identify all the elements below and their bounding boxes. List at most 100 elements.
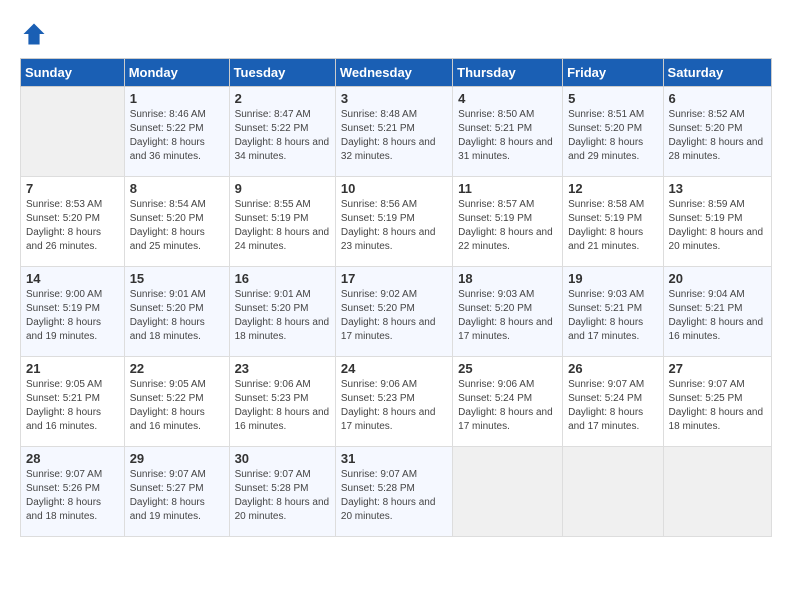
day-info: Sunrise: 9:05 AM Sunset: 5:21 PM Dayligh… (26, 378, 119, 434)
day-number: 28 (26, 451, 119, 466)
day-info: Sunrise: 8:57 AM Sunset: 5:19 PM Dayligh… (458, 198, 557, 254)
day-number: 11 (458, 181, 557, 196)
calendar-cell (663, 447, 771, 537)
calendar-table: SundayMondayTuesdayWednesdayThursdayFrid… (20, 58, 772, 537)
day-info: Sunrise: 9:07 AM Sunset: 5:24 PM Dayligh… (568, 378, 657, 434)
day-info: Sunrise: 9:04 AM Sunset: 5:21 PM Dayligh… (669, 288, 766, 344)
day-number: 25 (458, 361, 557, 376)
day-number: 31 (341, 451, 447, 466)
day-number: 20 (669, 271, 766, 286)
weekday-header: Thursday (453, 59, 563, 87)
calendar-cell: 20 Sunrise: 9:04 AM Sunset: 5:21 PM Dayl… (663, 267, 771, 357)
day-number: 26 (568, 361, 657, 376)
day-number: 1 (130, 91, 224, 106)
day-number: 29 (130, 451, 224, 466)
day-info: Sunrise: 9:07 AM Sunset: 5:25 PM Dayligh… (669, 378, 766, 434)
calendar-cell: 25 Sunrise: 9:06 AM Sunset: 5:24 PM Dayl… (453, 357, 563, 447)
calendar-cell: 9 Sunrise: 8:55 AM Sunset: 5:19 PM Dayli… (229, 177, 335, 267)
calendar-cell: 29 Sunrise: 9:07 AM Sunset: 5:27 PM Dayl… (124, 447, 229, 537)
calendar-row: 1 Sunrise: 8:46 AM Sunset: 5:22 PM Dayli… (21, 87, 772, 177)
calendar-cell: 16 Sunrise: 9:01 AM Sunset: 5:20 PM Dayl… (229, 267, 335, 357)
calendar-cell: 1 Sunrise: 8:46 AM Sunset: 5:22 PM Dayli… (124, 87, 229, 177)
day-info: Sunrise: 9:02 AM Sunset: 5:20 PM Dayligh… (341, 288, 447, 344)
day-number: 3 (341, 91, 447, 106)
day-info: Sunrise: 8:47 AM Sunset: 5:22 PM Dayligh… (235, 108, 330, 164)
calendar-cell: 18 Sunrise: 9:03 AM Sunset: 5:20 PM Dayl… (453, 267, 563, 357)
day-info: Sunrise: 9:06 AM Sunset: 5:24 PM Dayligh… (458, 378, 557, 434)
calendar-cell: 13 Sunrise: 8:59 AM Sunset: 5:19 PM Dayl… (663, 177, 771, 267)
calendar-cell (453, 447, 563, 537)
weekday-header: Saturday (663, 59, 771, 87)
calendar-cell (563, 447, 663, 537)
day-info: Sunrise: 9:07 AM Sunset: 5:27 PM Dayligh… (130, 468, 224, 524)
calendar-cell: 17 Sunrise: 9:02 AM Sunset: 5:20 PM Dayl… (335, 267, 452, 357)
day-number: 16 (235, 271, 330, 286)
day-info: Sunrise: 9:06 AM Sunset: 5:23 PM Dayligh… (341, 378, 447, 434)
calendar-cell: 21 Sunrise: 9:05 AM Sunset: 5:21 PM Dayl… (21, 357, 125, 447)
calendar-cell: 14 Sunrise: 9:00 AM Sunset: 5:19 PM Dayl… (21, 267, 125, 357)
calendar-cell (21, 87, 125, 177)
day-number: 9 (235, 181, 330, 196)
day-number: 2 (235, 91, 330, 106)
calendar-row: 7 Sunrise: 8:53 AM Sunset: 5:20 PM Dayli… (21, 177, 772, 267)
weekday-header: Tuesday (229, 59, 335, 87)
day-info: Sunrise: 8:53 AM Sunset: 5:20 PM Dayligh… (26, 198, 119, 254)
day-number: 4 (458, 91, 557, 106)
logo-icon (20, 20, 48, 48)
day-number: 14 (26, 271, 119, 286)
calendar-cell: 5 Sunrise: 8:51 AM Sunset: 5:20 PM Dayli… (563, 87, 663, 177)
calendar-cell: 27 Sunrise: 9:07 AM Sunset: 5:25 PM Dayl… (663, 357, 771, 447)
day-info: Sunrise: 8:51 AM Sunset: 5:20 PM Dayligh… (568, 108, 657, 164)
day-info: Sunrise: 8:54 AM Sunset: 5:20 PM Dayligh… (130, 198, 224, 254)
weekday-header: Monday (124, 59, 229, 87)
day-number: 12 (568, 181, 657, 196)
calendar-cell: 7 Sunrise: 8:53 AM Sunset: 5:20 PM Dayli… (21, 177, 125, 267)
day-info: Sunrise: 9:05 AM Sunset: 5:22 PM Dayligh… (130, 378, 224, 434)
day-number: 6 (669, 91, 766, 106)
day-info: Sunrise: 9:03 AM Sunset: 5:20 PM Dayligh… (458, 288, 557, 344)
calendar-cell: 26 Sunrise: 9:07 AM Sunset: 5:24 PM Dayl… (563, 357, 663, 447)
day-number: 15 (130, 271, 224, 286)
day-number: 27 (669, 361, 766, 376)
logo (20, 20, 52, 48)
calendar-cell: 19 Sunrise: 9:03 AM Sunset: 5:21 PM Dayl… (563, 267, 663, 357)
day-number: 8 (130, 181, 224, 196)
calendar-cell: 31 Sunrise: 9:07 AM Sunset: 5:28 PM Dayl… (335, 447, 452, 537)
day-info: Sunrise: 9:01 AM Sunset: 5:20 PM Dayligh… (235, 288, 330, 344)
calendar-row: 14 Sunrise: 9:00 AM Sunset: 5:19 PM Dayl… (21, 267, 772, 357)
day-number: 18 (458, 271, 557, 286)
calendar-row: 21 Sunrise: 9:05 AM Sunset: 5:21 PM Dayl… (21, 357, 772, 447)
day-info: Sunrise: 8:50 AM Sunset: 5:21 PM Dayligh… (458, 108, 557, 164)
calendar-cell: 3 Sunrise: 8:48 AM Sunset: 5:21 PM Dayli… (335, 87, 452, 177)
day-number: 17 (341, 271, 447, 286)
calendar-cell: 12 Sunrise: 8:58 AM Sunset: 5:19 PM Dayl… (563, 177, 663, 267)
day-info: Sunrise: 8:59 AM Sunset: 5:19 PM Dayligh… (669, 198, 766, 254)
day-number: 23 (235, 361, 330, 376)
calendar-cell: 15 Sunrise: 9:01 AM Sunset: 5:20 PM Dayl… (124, 267, 229, 357)
day-number: 13 (669, 181, 766, 196)
day-number: 19 (568, 271, 657, 286)
day-info: Sunrise: 9:07 AM Sunset: 5:26 PM Dayligh… (26, 468, 119, 524)
calendar-cell: 23 Sunrise: 9:06 AM Sunset: 5:23 PM Dayl… (229, 357, 335, 447)
calendar-cell: 22 Sunrise: 9:05 AM Sunset: 5:22 PM Dayl… (124, 357, 229, 447)
weekday-header: Sunday (21, 59, 125, 87)
weekday-header: Wednesday (335, 59, 452, 87)
day-number: 22 (130, 361, 224, 376)
calendar-cell: 30 Sunrise: 9:07 AM Sunset: 5:28 PM Dayl… (229, 447, 335, 537)
calendar-cell: 11 Sunrise: 8:57 AM Sunset: 5:19 PM Dayl… (453, 177, 563, 267)
day-number: 21 (26, 361, 119, 376)
calendar-cell: 4 Sunrise: 8:50 AM Sunset: 5:21 PM Dayli… (453, 87, 563, 177)
day-number: 24 (341, 361, 447, 376)
day-info: Sunrise: 8:58 AM Sunset: 5:19 PM Dayligh… (568, 198, 657, 254)
calendar-cell: 6 Sunrise: 8:52 AM Sunset: 5:20 PM Dayli… (663, 87, 771, 177)
day-number: 5 (568, 91, 657, 106)
day-info: Sunrise: 9:07 AM Sunset: 5:28 PM Dayligh… (235, 468, 330, 524)
weekday-header: Friday (563, 59, 663, 87)
day-info: Sunrise: 9:03 AM Sunset: 5:21 PM Dayligh… (568, 288, 657, 344)
calendar-cell: 10 Sunrise: 8:56 AM Sunset: 5:19 PM Dayl… (335, 177, 452, 267)
page-header (20, 20, 772, 48)
day-info: Sunrise: 9:07 AM Sunset: 5:28 PM Dayligh… (341, 468, 447, 524)
day-info: Sunrise: 9:00 AM Sunset: 5:19 PM Dayligh… (26, 288, 119, 344)
day-info: Sunrise: 8:48 AM Sunset: 5:21 PM Dayligh… (341, 108, 447, 164)
calendar-cell: 8 Sunrise: 8:54 AM Sunset: 5:20 PM Dayli… (124, 177, 229, 267)
